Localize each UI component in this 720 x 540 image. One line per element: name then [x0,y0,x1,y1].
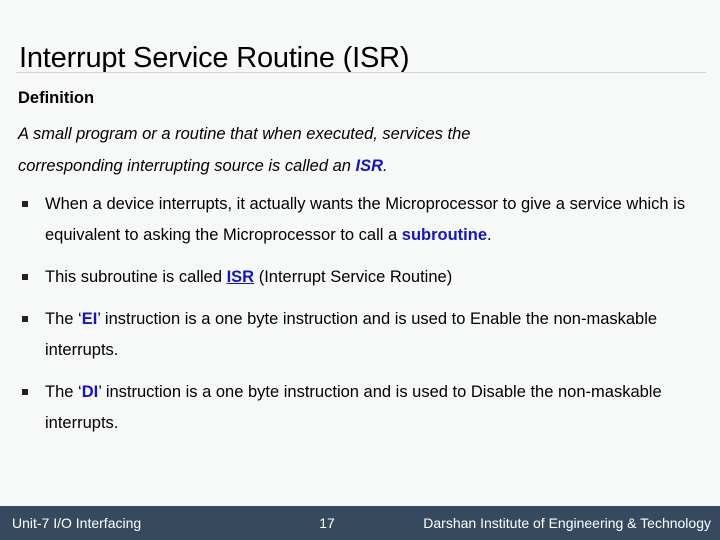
bullet-2-pre: This subroutine is called [45,268,227,286]
footer-page-number: 17 [319,515,335,531]
list-item: When a device interrupts, it actually wa… [0,189,693,251]
bullet-2-highlight: ISR [226,268,255,286]
bullet-4-post: ’ instruction is a one byte instruction … [45,383,662,432]
bullet-1-pre: When a device interrupts, it actually wa… [45,195,686,244]
definition-paragraph: A small program or a routine that when e… [18,118,693,182]
slide-container: Interrupt Service Routine (ISR) Definiti… [0,0,720,540]
definition-isr-highlight: ISR [355,157,384,175]
bullet-2-post: (Interrupt Service Routine) [254,268,453,286]
definition-line-1: A small program or a routine that when e… [18,125,471,143]
definition-line-2-post: . [383,157,388,175]
bullet-3-pre: The ‘ [45,310,82,328]
bullet-4-highlight: DI [81,383,99,401]
square-bullet-icon [22,274,28,280]
bullet-1-highlight: subroutine [401,226,488,244]
bullet-3-post: ’ instruction is a one byte instruction … [45,310,658,359]
footer-institute-label: Darshan Institute of Engineering & Techn… [423,515,711,531]
definition-heading: Definition [18,89,95,107]
footer-unit-label: Unit-7 I/O Interfacing [12,515,142,531]
bullet-4-pre: The ‘ [45,383,82,401]
list-item: The ‘EI’ instruction is a one byte instr… [0,304,693,366]
definition-line-2: corresponding interrupting source is cal… [18,150,693,182]
square-bullet-icon [22,201,28,207]
bullet-3-highlight: EI [81,310,98,328]
page-title: Interrupt Service Routine (ISR) [19,42,410,75]
bullet-list: When a device interrupts, it actually wa… [0,189,720,450]
footer-bar: Unit-7 I/O Interfacing 17 Darshan Instit… [0,506,720,540]
square-bullet-icon [22,389,28,395]
list-item: This subroutine is called ISR (Interrupt… [0,262,693,293]
square-bullet-icon [22,316,28,322]
bullet-1-post: . [487,226,492,244]
title-divider [16,72,706,73]
definition-line-2-pre: corresponding interrupting source is cal… [18,157,356,175]
list-item: The ‘DI’ instruction is a one byte instr… [0,377,693,439]
